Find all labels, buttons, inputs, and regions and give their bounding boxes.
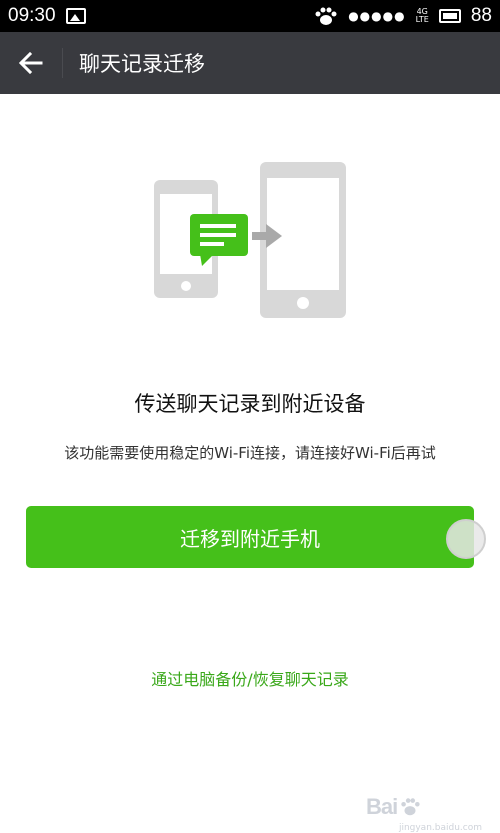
arrow-left-icon	[19, 52, 43, 74]
network-type: 4G LTE	[416, 8, 429, 24]
floating-assistive-button[interactable]	[446, 519, 486, 559]
back-button[interactable]	[0, 32, 62, 94]
paw-logo-icon	[401, 798, 420, 816]
pc-backup-link[interactable]: 通过电脑备份/恢复聊天记录	[0, 666, 500, 690]
title-divider	[62, 48, 63, 78]
status-bar: 09:30 ●●●●● 4G LTE 88	[0, 0, 500, 32]
signal-icon: ●●●●●	[348, 9, 406, 23]
migrate-nearby-button[interactable]: 迁移到附近手机	[26, 506, 474, 568]
phone-transfer-illustration	[154, 162, 346, 318]
baidu-watermark: Bai	[366, 793, 486, 821]
image-icon	[65, 8, 86, 24]
battery-level: 88	[470, 5, 492, 26]
status-time: 09:30	[8, 5, 56, 26]
title-bar: 聊天记录迁移	[0, 32, 500, 94]
paw-icon	[315, 7, 337, 25]
network-sub-label: LTE	[415, 15, 429, 24]
watermark-text: Bai	[366, 794, 398, 819]
page-title: 聊天记录迁移	[79, 52, 205, 76]
watermark-url: jingyan.baidu.com	[398, 823, 482, 833]
battery-icon	[438, 9, 461, 23]
transfer-headline: 传送聊天记录到附近设备	[134, 392, 366, 416]
wifi-requirement-text: 该功能需要使用稳定的Wi-Fi连接，请连接好Wi-Fi后再试	[64, 444, 436, 462]
status-right-group: ●●●●● 4G LTE 88	[314, 5, 492, 27]
